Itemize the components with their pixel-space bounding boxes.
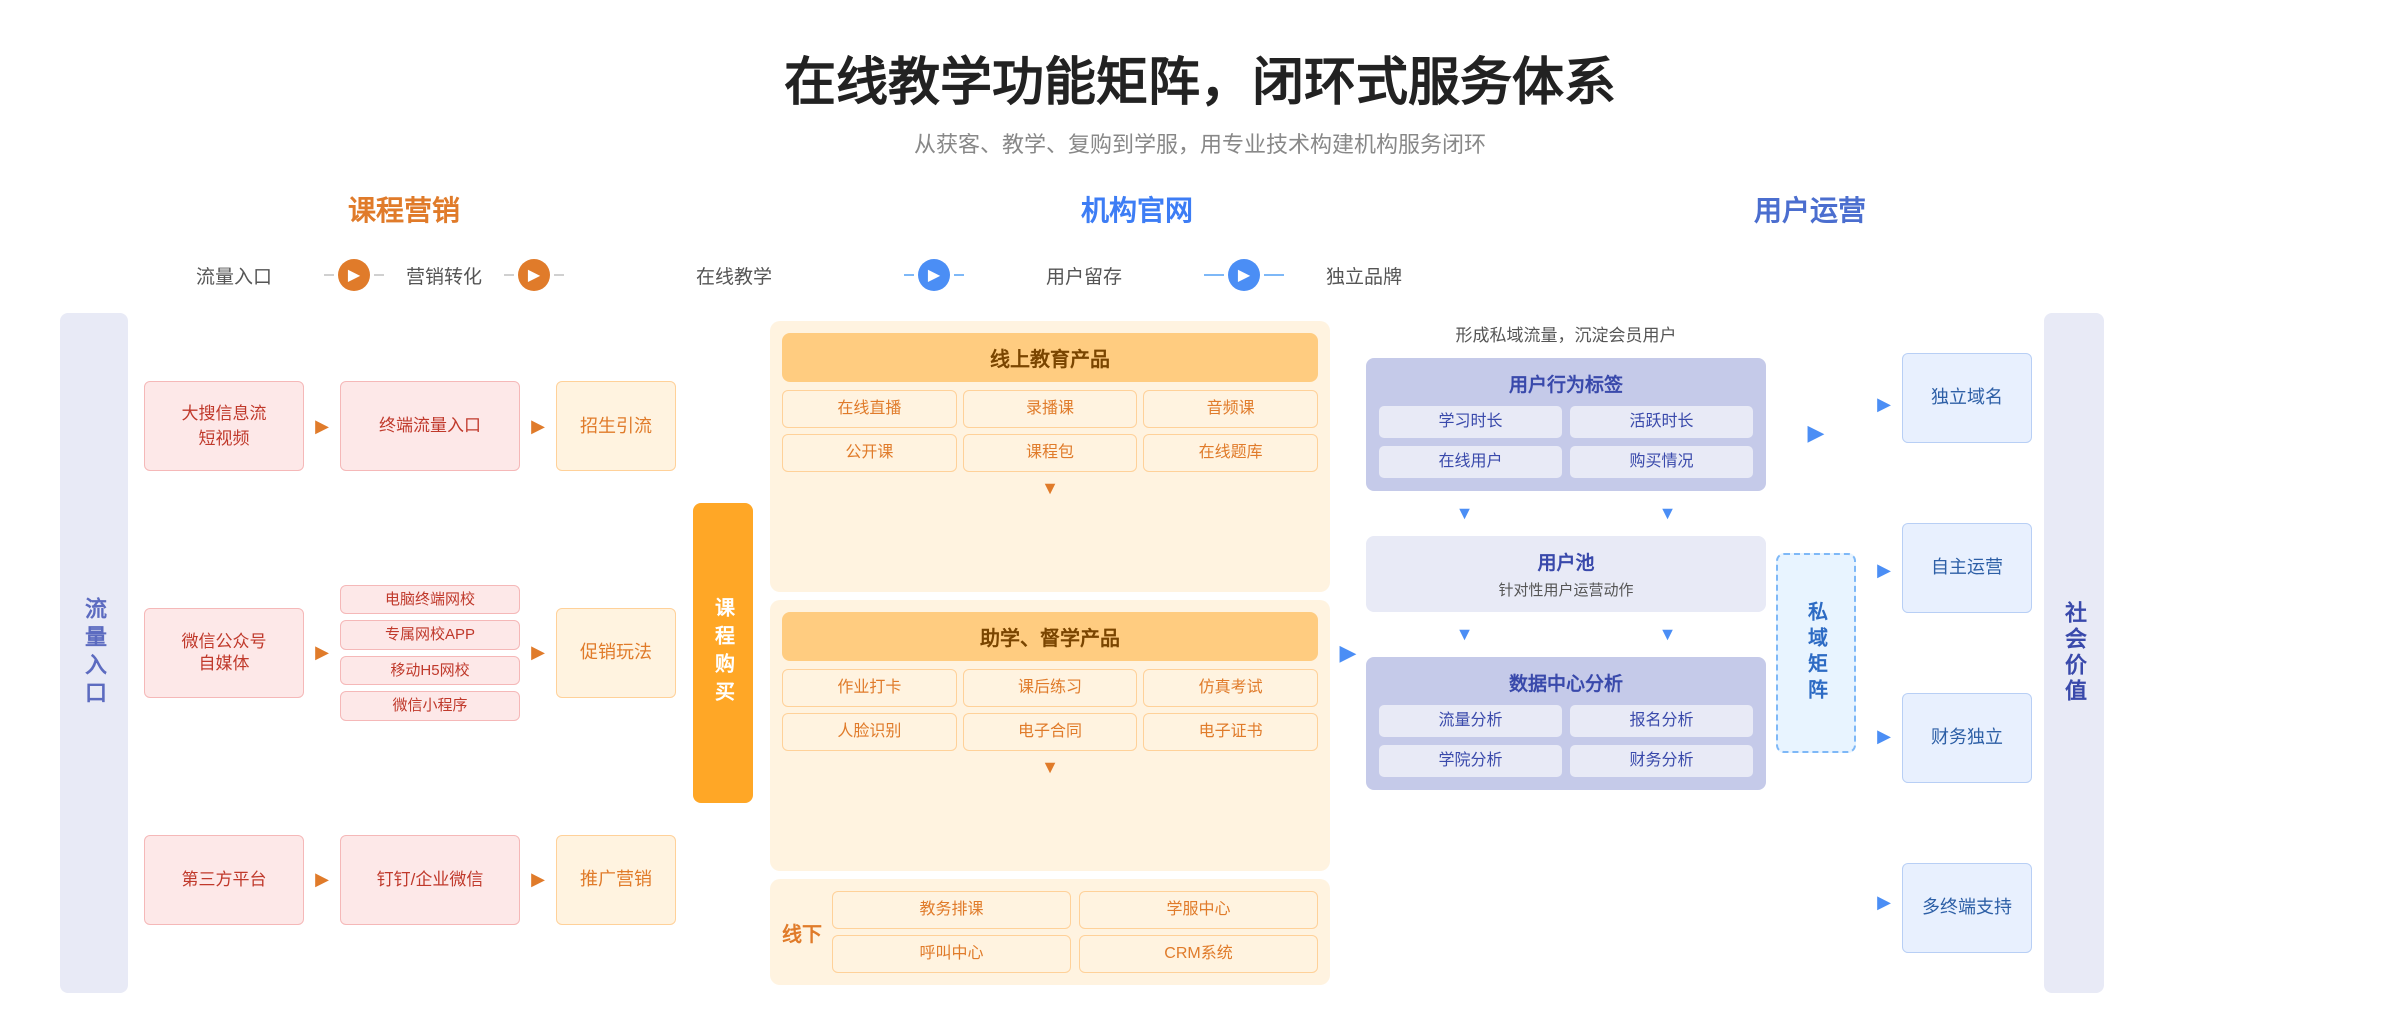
arrow-col-4: ▶ ▶ ▶ ▶ (1866, 313, 1902, 993)
terminal-item-1: 终端流量入口 (340, 381, 520, 471)
study-item-1: 作业打卡 (782, 669, 957, 707)
offline-item-1: 教务排课 (832, 891, 1071, 929)
right-label-area: 社会价值 (2044, 313, 2114, 993)
behavior-tag-label: 用户行为标签 (1378, 370, 1754, 397)
study-assist-title: 助学、督学产品 (782, 612, 1318, 661)
study-item-5: 电子合同 (963, 713, 1138, 751)
traffic-source-1: 大搜信息流短视频 (144, 381, 304, 471)
product-item-4: 公开课 (782, 434, 957, 472)
offline-item-2: 学服中心 (1079, 891, 1318, 929)
arrow-col-1: ▶ ▶ ▶ (304, 313, 340, 993)
course-buy-area: 课程购买 (688, 313, 758, 993)
product-item-6: 在线题库 (1143, 434, 1318, 472)
process-label-online: 在线教学 (564, 262, 904, 289)
conversion-1: 招生引流 (556, 381, 676, 471)
section-label-marketing: 课程营销 (144, 189, 664, 229)
page: 在线教学功能矩阵，闭环式服务体系 从获客、教学、复购到学服，用专业技术构建机构服… (0, 0, 2400, 1023)
study-item-3: 仿真考试 (1143, 669, 1318, 707)
brand-item-1: 独立域名 (1902, 353, 2032, 443)
tag-4: 购买情况 (1569, 445, 1754, 479)
traffic-source-2: 微信公众号自媒体 (144, 608, 304, 698)
page-subtitle: 从获客、教学、复购到学服，用专业技术构建机构服务闭环 (60, 127, 2340, 159)
brand-col: 独立域名 自主运营 财务独立 多终端支持 (1902, 313, 2032, 993)
product-item-2: 录播课 (963, 390, 1138, 428)
private-matrix-label: 私域矩阵 (1802, 601, 1831, 705)
conversion-3: 推广营销 (556, 835, 676, 925)
study-assist-section: 助学、督学产品 作业打卡 课后练习 仿真考试 人脸识别 电子合同 电子证书 ▼ (770, 600, 1330, 871)
data-item-3: 学院分析 (1378, 744, 1563, 778)
user-pool-label: 用户池 (1378, 548, 1754, 575)
section-label-user-ops: 用户运营 (1520, 189, 2100, 229)
header: 在线教学功能矩阵，闭环式服务体系 从获客、教学、复购到学服，用专业技术构建机构服… (60, 40, 2340, 159)
down-arrow-5: ▼ (1366, 624, 1563, 645)
tag-1: 学习时长 (1378, 405, 1563, 439)
data-center-label: 数据中心分析 (1378, 669, 1754, 696)
tag-2: 活跃时长 (1569, 405, 1754, 439)
product-item-1: 在线直播 (782, 390, 957, 428)
conversion-2: 促销玩法 (556, 608, 676, 698)
right-label-text: 社会价值 (2058, 601, 2090, 705)
study-item-2: 课后练习 (963, 669, 1138, 707)
brand-item-4: 多终端支持 (1902, 863, 2032, 953)
down-arrow-1: ▼ (782, 478, 1318, 499)
private-matrix-area: ▶ 私域矩阵 (1766, 313, 1866, 993)
page-title: 在线教学功能矩阵，闭环式服务体系 (60, 40, 2340, 115)
terminal-item-3: 钉钉/企业微信 (340, 835, 520, 925)
traffic-source-3: 第三方平台 (144, 835, 304, 925)
process-label-traffic: 流量入口 (144, 262, 324, 289)
product-item-5: 课程包 (963, 434, 1138, 472)
arrow-col-2: ▶ ▶ ▶ (520, 313, 556, 993)
brand-item-2: 自主运营 (1902, 523, 2032, 613)
section-label-website: 机构官网 (754, 189, 1520, 229)
online-teaching-section: 线上教育产品 在线直播 录播课 音频课 公开课 课程包 在线题库 ▼ 助学、督学… (770, 313, 1330, 993)
terminal-item-2c: 移动H5网校 (340, 656, 520, 686)
user-pool-sub: 针对性用户运营动作 (1378, 579, 1754, 600)
terminal-item-2b: 专属网校APP (340, 620, 520, 650)
user-pool-section: 用户池 针对性用户运营动作 (1366, 536, 1766, 612)
product-item-3: 音频课 (1143, 390, 1318, 428)
left-label: 流量入口 (78, 597, 110, 709)
process-label-retention: 用户留存 (964, 262, 1204, 289)
arrow-1: ▶ (338, 259, 370, 291)
data-item-4: 财务分析 (1569, 744, 1754, 778)
offline-item-4: CRM系统 (1079, 935, 1318, 973)
tag-3: 在线用户 (1378, 445, 1563, 479)
arrow-col-3: ▶ (1330, 313, 1366, 993)
course-buy-box: 课程购买 (693, 503, 753, 803)
traffic-sources-col: 大搜信息流短视频 微信公众号自媒体 第三方平台 (144, 313, 304, 993)
online-education-product: 线上教育产品 在线直播 录播课 音频课 公开课 课程包 在线题库 ▼ (770, 321, 1330, 592)
study-item-4: 人脸识别 (782, 713, 957, 751)
study-item-6: 电子证书 (1143, 713, 1318, 751)
down-arrow-3: ▼ (1366, 503, 1563, 524)
arrow-4: ▶ (1228, 259, 1260, 291)
arrow-3: ▶ (918, 259, 950, 291)
offline-item-3: 呼叫中心 (832, 935, 1071, 973)
arrow-2: ▶ (518, 259, 550, 291)
data-item-2: 报名分析 (1569, 704, 1754, 738)
down-arrow-4: ▼ (1569, 503, 1766, 524)
right-label-box: 社会价值 (2044, 313, 2104, 993)
private-flow-text: 形成私域流量，沉淀会员用户 (1366, 321, 1766, 346)
process-label-brand: 独立品牌 (1284, 262, 1444, 289)
down-arrow-6: ▼ (1569, 624, 1766, 645)
data-item-1: 流量分析 (1378, 704, 1563, 738)
down-arrow-2: ▼ (782, 757, 1318, 778)
user-retention-section: 形成私域流量，沉淀会员用户 用户行为标签 学习时长 活跃时长 在线用户 购买情况… (1366, 313, 1766, 993)
offline-label: 线下 (782, 918, 822, 947)
behavior-tag-section: 用户行为标签 学习时长 活跃时长 在线用户 购买情况 (1366, 358, 1766, 491)
left-label-box: 流量入口 (60, 313, 128, 993)
process-label-conversion: 营销转化 (384, 262, 504, 289)
terminal-item-2d: 微信小程序 (340, 691, 520, 721)
brand-item-3: 财务独立 (1902, 693, 2032, 783)
terminal-item-2a: 电脑终端网校 (340, 585, 520, 615)
data-center-section: 数据中心分析 流量分析 报名分析 学院分析 财务分析 (1366, 657, 1766, 790)
offline-section: 线下 教务排课 学服中心 呼叫中心 CRM系统 (770, 879, 1330, 985)
terminal-col: 终端流量入口 电脑终端网校 专属网校APP 移动H5网校 微信小程序 钉钉/企业… (340, 313, 520, 993)
conversion-col: 招生引流 促销玩法 推广营销 (556, 313, 676, 993)
online-product-title: 线上教育产品 (782, 333, 1318, 382)
